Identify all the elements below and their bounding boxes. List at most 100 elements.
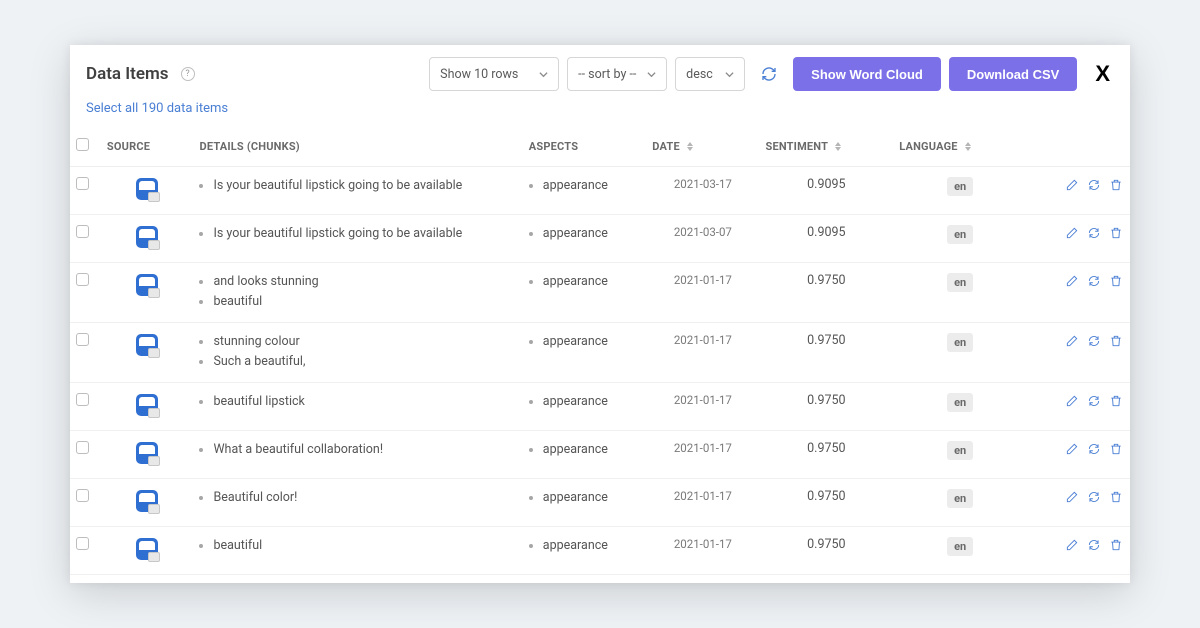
- edit-icon[interactable]: [1064, 273, 1080, 289]
- source-icon[interactable]: [136, 538, 158, 560]
- language-badge: en: [947, 441, 973, 460]
- details-list: and looks stunningbeautiful: [213, 273, 516, 310]
- delete-icon[interactable]: [1108, 489, 1124, 505]
- edit-icon[interactable]: [1064, 225, 1080, 241]
- delete-icon[interactable]: [1108, 177, 1124, 193]
- sort-by-select[interactable]: -- sort by --: [567, 57, 667, 91]
- delete-icon[interactable]: [1108, 537, 1124, 553]
- table-row: stunning colourSuch a beautiful, appeara…: [70, 323, 1130, 383]
- row-checkbox[interactable]: [76, 225, 89, 238]
- data-items-panel: Data Items ? Show 10 rows -- sort by -- …: [70, 45, 1130, 583]
- edit-icon[interactable]: [1064, 489, 1080, 505]
- col-source: SOURCE: [101, 128, 194, 167]
- rows-per-page-select[interactable]: Show 10 rows: [429, 57, 559, 91]
- date-cell: 2021-03-17: [646, 167, 759, 215]
- source-icon[interactable]: [136, 334, 158, 356]
- refresh-row-icon[interactable]: [1086, 441, 1102, 457]
- aspect-item: appearance: [543, 441, 640, 459]
- refresh-row-icon[interactable]: [1086, 393, 1102, 409]
- select-all-checkbox[interactable]: [76, 138, 89, 151]
- aspect-item: appearance: [543, 393, 640, 411]
- sort-direction-label: desc: [686, 67, 713, 82]
- edit-icon[interactable]: [1064, 177, 1080, 193]
- row-checkbox[interactable]: [76, 273, 89, 286]
- refresh-row-icon[interactable]: [1086, 537, 1102, 553]
- edit-icon[interactable]: [1064, 393, 1080, 409]
- refresh-row-icon[interactable]: [1086, 489, 1102, 505]
- sort-by-label: -- sort by --: [578, 67, 636, 82]
- details-list: stunning colourSuch a beautiful,: [213, 333, 516, 370]
- sentiment-cell: 0.9095: [759, 167, 893, 215]
- chevron-down-icon: [539, 70, 548, 79]
- row-checkbox[interactable]: [76, 177, 89, 190]
- col-sentiment[interactable]: SENTIMENT: [759, 128, 893, 167]
- table-row: Beautiful color! appearance 2021-01-17 0…: [70, 479, 1130, 527]
- aspects-list: appearance: [543, 537, 640, 555]
- col-date[interactable]: DATE: [646, 128, 759, 167]
- aspects-list: appearance: [543, 333, 640, 351]
- delete-icon[interactable]: [1108, 393, 1124, 409]
- aspect-item: appearance: [543, 489, 640, 507]
- chunk-item: beautiful lipstick: [213, 393, 516, 411]
- source-icon[interactable]: [136, 274, 158, 296]
- delete-icon[interactable]: [1108, 441, 1124, 457]
- chunk-item: Is your beautiful lipstick going to be a…: [213, 177, 516, 195]
- edit-icon[interactable]: [1064, 537, 1080, 553]
- refresh-icon[interactable]: [759, 64, 779, 84]
- row-checkbox[interactable]: [76, 333, 89, 346]
- language-badge: en: [947, 393, 973, 412]
- toolbar: Data Items ? Show 10 rows -- sort by -- …: [70, 45, 1130, 91]
- row-checkbox[interactable]: [76, 537, 89, 550]
- select-all-link[interactable]: Select all 190 data items: [86, 101, 228, 116]
- table-header-row: SOURCE DETAILS (CHUNKS) ASPECTS DATE SEN…: [70, 128, 1130, 167]
- refresh-row-icon[interactable]: [1086, 273, 1102, 289]
- aspect-item: appearance: [543, 537, 640, 555]
- aspects-list: appearance: [543, 489, 640, 507]
- sentiment-cell: 0.9750: [759, 323, 893, 383]
- date-cell: 2021-01-17: [646, 575, 759, 584]
- source-icon[interactable]: [136, 226, 158, 248]
- sort-icon[interactable]: [965, 142, 971, 151]
- col-language[interactable]: LANGUAGE: [893, 128, 1027, 167]
- sentiment-cell: 0.9750: [759, 479, 893, 527]
- language-badge: en: [947, 273, 973, 292]
- table-row: beautiful appearance 2021-01-17 0.9750 e…: [70, 527, 1130, 575]
- help-icon[interactable]: ?: [181, 67, 195, 81]
- edit-icon[interactable]: [1064, 333, 1080, 349]
- chunk-item: beautiful: [213, 537, 516, 555]
- chunk-item: What a beautiful collaboration!: [213, 441, 516, 459]
- sort-icon[interactable]: [835, 142, 841, 151]
- chunk-item: beautiful: [213, 293, 516, 311]
- details-list: Is your beautiful lipstick going to be a…: [213, 225, 516, 243]
- refresh-row-icon[interactable]: [1086, 225, 1102, 241]
- chunk-item: stunning colour: [213, 333, 516, 351]
- refresh-row-icon[interactable]: [1086, 333, 1102, 349]
- sort-icon[interactable]: [687, 142, 693, 151]
- row-checkbox[interactable]: [76, 393, 89, 406]
- delete-icon[interactable]: [1108, 273, 1124, 289]
- aspects-list: appearance: [543, 177, 640, 195]
- delete-icon[interactable]: [1108, 225, 1124, 241]
- edit-icon[interactable]: [1064, 441, 1080, 457]
- sort-direction-select[interactable]: desc: [675, 57, 745, 91]
- sentiment-cell: 0.9750: [759, 431, 893, 479]
- aspect-item: appearance: [543, 273, 640, 291]
- date-cell: 2021-01-17: [646, 263, 759, 323]
- delete-icon[interactable]: [1108, 333, 1124, 349]
- source-icon[interactable]: [136, 394, 158, 416]
- aspects-list: appearance: [543, 393, 640, 411]
- row-checkbox[interactable]: [76, 441, 89, 454]
- source-icon[interactable]: [136, 490, 158, 512]
- details-list: Beautiful color!: [213, 489, 516, 507]
- date-cell: 2021-01-17: [646, 323, 759, 383]
- download-csv-button[interactable]: Download CSV: [949, 57, 1077, 91]
- sentiment-cell: 0.9750: [759, 383, 893, 431]
- col-date-label: DATE: [652, 140, 680, 153]
- source-icon[interactable]: [136, 178, 158, 200]
- refresh-row-icon[interactable]: [1086, 177, 1102, 193]
- close-icon[interactable]: X: [1095, 61, 1110, 87]
- show-word-cloud-button[interactable]: Show Word Cloud: [793, 57, 941, 91]
- source-icon[interactable]: [136, 442, 158, 464]
- language-badge: en: [947, 333, 973, 352]
- row-checkbox[interactable]: [76, 489, 89, 502]
